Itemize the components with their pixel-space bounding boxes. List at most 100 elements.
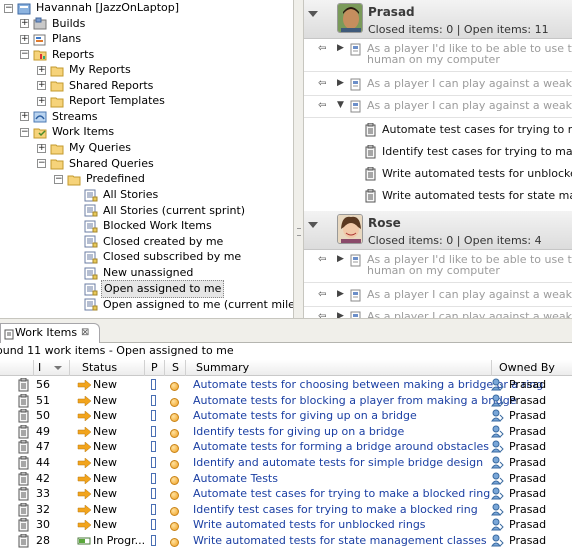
- collapse-toggle[interactable]: −: [4, 3, 13, 13]
- col-owner[interactable]: Owned By: [492, 360, 572, 376]
- table-row[interactable]: 30 New Write automated tests for unblocked…: [0, 517, 572, 533]
- tree-item[interactable]: + Report Templates: [37, 93, 167, 109]
- plan-item-row[interactable]: ⇦ ▶ As a player I can play against a weak …: [304, 307, 572, 318]
- col-summary[interactable]: Summary: [186, 360, 492, 376]
- work-item-summary[interactable]: Automate tests for forming a bridge arou…: [193, 439, 489, 454]
- table-row[interactable]: 33 New Automate test cases for trying to m…: [0, 486, 572, 502]
- tree-item[interactable]: + Streams: [20, 109, 100, 125]
- tree-label: Plans: [52, 32, 82, 45]
- expand-icon[interactable]: ▶: [337, 254, 344, 264]
- col-id[interactable]: I: [34, 360, 70, 376]
- tree-item[interactable]: Blocked Work Items: [71, 218, 214, 234]
- table-row[interactable]: 44 New Identify and automate tests for sim…: [0, 455, 572, 471]
- table-row[interactable]: 42 New Automate Tests Prasad: [0, 471, 572, 487]
- tab-work-items[interactable]: Work Items ⊠: [0, 323, 100, 343]
- collapse-icon[interactable]: [308, 222, 318, 228]
- tree-item[interactable]: − Reports: [20, 47, 96, 63]
- back-arrow-icon[interactable]: ⇦: [318, 100, 326, 111]
- tree-item[interactable]: − Shared Queries: [37, 156, 156, 172]
- expand-toggle[interactable]: +: [20, 19, 29, 28]
- table-row[interactable]: 32 New Identify test cases for trying to m…: [0, 502, 572, 518]
- table-row[interactable]: 51 New Automate tests for blocking a playe…: [0, 393, 572, 409]
- tree-item[interactable]: − Work Items: [20, 124, 116, 140]
- work-item-id: 33: [36, 487, 50, 501]
- vertical-splitter[interactable]: [293, 0, 304, 318]
- expand-toggle[interactable]: +: [20, 34, 29, 44]
- expand-toggle[interactable]: +: [20, 112, 29, 121]
- expand-icon[interactable]: ▶: [337, 43, 344, 53]
- expand-toggle[interactable]: +: [37, 143, 46, 153]
- tree-item[interactable]: New unassigned: [71, 265, 195, 281]
- col-severity[interactable]: S: [165, 360, 186, 376]
- collapse-toggle[interactable]: −: [37, 159, 46, 168]
- work-item-summary[interactable]: Write automated tests for state manageme…: [193, 533, 487, 548]
- work-item-summary[interactable]: Identify test cases for trying to make a…: [193, 502, 478, 517]
- severity-icon: [170, 536, 179, 551]
- table-row[interactable]: 47 New Automate tests for forming a bridge…: [0, 439, 572, 455]
- expand-toggle[interactable]: +: [37, 65, 46, 75]
- team-member-header[interactable]: Prasad Closed items: 0 | Open items: 11: [304, 0, 572, 39]
- plan-item-row[interactable]: ⇦ ▶ As a player I'd like to be able to use…: [304, 250, 572, 283]
- table-row[interactable]: 56 New Automate tests for choosing between…: [0, 377, 572, 393]
- col-priority[interactable]: P: [145, 360, 165, 376]
- work-item-summary[interactable]: Automate tests for giving up on a bridge: [193, 408, 417, 423]
- plan-item-row[interactable]: ⇦ ▶ As a player I can play against a weak …: [304, 285, 572, 307]
- collapse-icon[interactable]: [308, 11, 318, 17]
- task-item-row[interactable]: Write automated tests for state manageme: [304, 186, 572, 208]
- back-arrow-icon[interactable]: ⇦: [318, 289, 326, 300]
- tree-item[interactable]: + Builds: [20, 16, 87, 32]
- expand-icon[interactable]: ▶: [337, 311, 344, 318]
- tree-item[interactable]: + Shared Reports: [37, 78, 155, 94]
- work-item-summary[interactable]: Automate test cases for trying to make a…: [193, 486, 490, 501]
- work-item-summary[interactable]: Identify and automate tests for simple b…: [193, 455, 483, 470]
- col-status[interactable]: Status: [70, 360, 145, 376]
- expand-icon[interactable]: ▶: [337, 78, 344, 88]
- tree-item[interactable]: Closed subscribed by me: [71, 249, 243, 265]
- back-arrow-icon[interactable]: ⇦: [318, 78, 326, 89]
- tree-item[interactable]: − Predefined: [54, 171, 147, 187]
- tree-label: Shared Reports: [69, 78, 154, 92]
- tree-item[interactable]: + My Queries: [37, 140, 133, 156]
- tree-item[interactable]: + Plans: [20, 31, 83, 47]
- tree-item[interactable]: Open assigned to me (current milestone): [71, 297, 293, 313]
- task-item-row[interactable]: Identify test cases for trying to make a…: [304, 142, 572, 164]
- table-row[interactable]: 28 In Progr... Write automated tests for s…: [0, 533, 572, 549]
- task-item-row[interactable]: Write automated tests for unblocked ring…: [304, 164, 572, 186]
- tree-item[interactable]: All Stories: [71, 187, 160, 203]
- back-arrow-icon[interactable]: ⇦: [318, 311, 326, 318]
- close-icon[interactable]: ⊠: [81, 324, 89, 342]
- plan-item-row[interactable]: ⇦ ▼ As a player I can play against a weak …: [304, 96, 572, 118]
- back-arrow-icon[interactable]: ⇦: [318, 43, 326, 54]
- tree-root[interactable]: − Havannah [JazzOnLaptop]: [4, 0, 181, 16]
- table-row[interactable]: 50 New Automate tests for giving up on a b…: [0, 408, 572, 424]
- work-item-summary[interactable]: Write automated tests for unblocked ring…: [193, 517, 426, 532]
- expand-icon[interactable]: ▶: [337, 289, 344, 299]
- tree-label: Havannah [JazzOnLaptop]: [36, 1, 180, 14]
- tree-item[interactable]: Closed created by me: [71, 234, 225, 250]
- collapse-toggle[interactable]: −: [54, 174, 63, 184]
- work-item-status: New: [93, 487, 117, 501]
- expand-toggle[interactable]: +: [37, 81, 46, 90]
- work-items-icon: [33, 126, 47, 139]
- tree-item[interactable]: Open assigned to me: [71, 280, 225, 298]
- collapse-icon[interactable]: ▼: [337, 100, 344, 110]
- plan-item-row[interactable]: ⇦ ▶ As a player I'd like to be able to use…: [304, 39, 572, 72]
- task-item-row[interactable]: Automate test cases for trying to make a…: [304, 120, 572, 142]
- tree-item[interactable]: All Stories (current sprint): [71, 203, 247, 219]
- col-type[interactable]: [0, 360, 34, 376]
- expand-toggle[interactable]: +: [37, 96, 46, 106]
- splitter-grip: [297, 228, 301, 236]
- plan-item-row[interactable]: ⇦ ▶ As a player I can play against a weak …: [304, 74, 572, 96]
- collapse-toggle[interactable]: −: [20, 50, 29, 59]
- member-stats: Closed items: 0 | Open items: 11: [368, 23, 549, 36]
- collapse-toggle[interactable]: −: [20, 127, 29, 137]
- tree-item[interactable]: + My Reports: [37, 62, 133, 78]
- team-member-header[interactable]: Rose Closed items: 0 | Open items: 4: [304, 211, 572, 250]
- work-item-summary[interactable]: Automate tests for blocking a player fro…: [193, 393, 517, 408]
- work-item-summary[interactable]: Identify tests for giving up on a bridge: [193, 424, 404, 439]
- back-arrow-icon[interactable]: ⇦: [318, 254, 326, 265]
- work-item-summary[interactable]: Automate Tests: [193, 471, 278, 486]
- table-row[interactable]: 49 New Identify tests for giving up on a b…: [0, 424, 572, 440]
- work-item-owner: Prasad: [509, 502, 547, 516]
